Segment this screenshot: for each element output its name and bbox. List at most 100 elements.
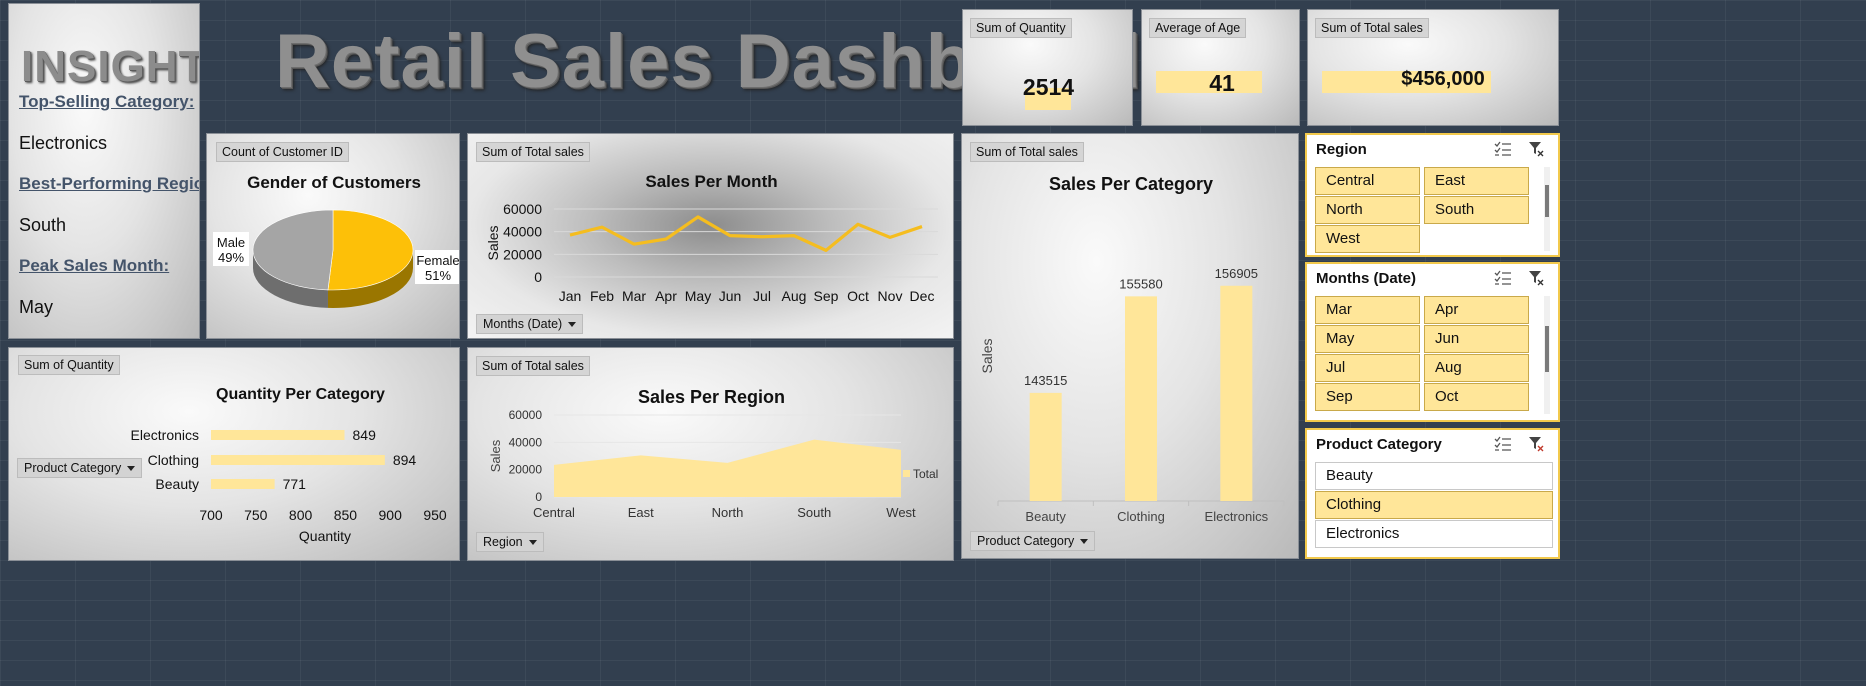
month-ylabel: Sales [485,225,501,260]
month-xtick-label: Aug [782,288,807,304]
top-category-label: Top-Selling Category: [19,92,195,111]
region-slicer: Region Central East North South West [1305,133,1560,257]
quantity-data-label: 849 [353,427,377,443]
region-area-svg: 0 20000 40000 60000 Sales Central East North Sou… [488,408,938,520]
region-filter-label: Region [483,535,523,549]
category-data-label: 156905 [1215,266,1258,281]
quantity-xtick-label: 900 [379,507,403,523]
category-ylabel: Sales [979,338,995,373]
category-slicer-icons [1494,436,1544,452]
quantity-xtick-label: 850 [334,507,358,523]
region-ytick-label: 20000 [509,463,543,477]
month-xtick-label: Jul [753,288,771,304]
months-filter-dropdown[interactable]: Months (Date) [476,314,584,334]
category-filter-dropdown[interactable]: Product Category [970,531,1096,551]
region-slicer-item-central[interactable]: Central [1315,167,1420,195]
clear-filter-icon[interactable] [1528,436,1544,452]
months-slicer-item-may[interactable]: May [1315,325,1420,353]
category-data-label: 155580 [1119,276,1162,291]
best-region-value: South [19,215,67,235]
months-slicer-item-aug[interactable]: Aug [1424,354,1529,382]
pie-pct-male: 49% [218,250,244,265]
category-slicer-item-clothing[interactable]: Clothing [1315,491,1553,519]
months-slicer-item-sep[interactable]: Sep [1315,383,1420,411]
insight-panel: INSIGHT Top-Selling Category: Electronic… [8,3,200,339]
quantity-data-label: 771 [283,476,307,492]
region-xtick-label: Central [533,505,575,520]
months-slicer: Months (Date) Mar Apr May Jun Jul Aug Se… [1305,262,1560,422]
multi-select-icon[interactable] [1494,141,1512,157]
region-ytick-label: 40000 [509,435,543,449]
region-slicer-scroll-thumb[interactable] [1545,185,1549,217]
category-slicer-title: Product Category [1316,436,1442,453]
month-xtick-label: Jan [559,288,582,304]
category-slicer-item-beauty[interactable]: Beauty [1315,462,1553,490]
clear-filter-icon[interactable] [1528,270,1544,286]
multi-select-icon[interactable] [1494,270,1512,286]
month-ytick-label: 0 [534,269,542,285]
quantity-xtick-label: 800 [289,507,313,523]
months-slicer-item-mar[interactable]: Mar [1315,296,1420,324]
kpi-age-value: 41 [1209,70,1235,96]
months-slicer-item-jun[interactable]: Jun [1424,325,1529,353]
category-slicer: Product Category Beauty Clothing Electro… [1305,428,1560,559]
month-xtick-label: Sep [814,288,839,304]
region-filter-dropdown[interactable]: Region [476,532,544,552]
month-xtick-label: Oct [847,288,869,304]
category-chart-panel: Sum of Total sales Sales Per Category Sa… [961,133,1299,559]
category-slicer-item-electronics[interactable]: Electronics [1315,520,1553,548]
chevron-down-icon [568,322,577,328]
months-filter-label: Months (Date) [483,317,563,331]
quantity-chart-panel: Sum of Quantity Quantity Per Category Pr… [8,347,460,561]
region-slicer-title: Region [1316,141,1367,158]
region-slicer-item-west[interactable]: West [1315,225,1420,253]
quantity-xlabel: Quantity [299,528,351,544]
region-xtick-label: West [886,505,916,520]
region-ylabel: Sales [488,439,503,472]
kpi-quantity-value: 2514 [1022,74,1075,100]
quantity-category-label: Electronics [131,427,199,443]
quantity-bar-electronics [211,430,345,440]
kpi-quantity-label: Sum of Quantity [970,18,1072,38]
month-sales-line [569,215,923,252]
region-legend-swatch [903,470,910,477]
clear-filter-icon[interactable] [1528,141,1544,157]
chevron-down-icon [1080,539,1089,545]
category-bar-clothing [1125,296,1157,501]
gender-pie-svg: Female51% Male49% [213,209,459,308]
month-xtick-label: Mar [622,288,646,304]
region-slicer-icons [1494,141,1544,157]
month-xtick-label: Jun [719,288,742,304]
month-ytick-label: 60000 [503,201,542,217]
category-bar-electronics [1220,285,1253,501]
region-xtick-label: South [797,505,831,520]
kpi-age-card: Average of Age 41 [1141,9,1300,126]
quantity-data-label: 894 [393,452,417,468]
months-slicer-scroll-thumb[interactable] [1545,326,1549,372]
months-slicer-item-oct[interactable]: Oct [1424,383,1529,411]
month-xtick-label: Nov [878,288,903,304]
kpi-sales-value: $456,000 [1401,68,1485,90]
month-xtick-label: May [685,288,711,304]
pie-label-male: Male [217,235,245,250]
quantity-xtick-label: 950 [423,507,447,523]
months-slicer-icons [1494,270,1544,286]
region-slicer-item-north[interactable]: North [1315,196,1420,224]
quantity-bar-clothing [211,455,385,465]
months-slicer-item-jul[interactable]: Jul [1315,354,1420,382]
quantity-xtick-label: 700 [199,507,223,523]
region-slicer-item-east[interactable]: East [1424,167,1529,195]
month-ytick-label: 20000 [503,246,542,262]
category-xtick-label: Clothing [1117,509,1165,524]
region-legend-label: Total [913,467,938,481]
region-slicer-item-south[interactable]: South [1424,196,1529,224]
best-region-label: Best-Performing Region: [19,174,199,193]
multi-select-icon[interactable] [1494,436,1512,452]
category-xtick-label: Electronics [1205,509,1269,524]
quantity-bar-beauty [211,479,275,489]
top-category-value: Electronics [19,133,108,153]
month-ytick-label: 40000 [503,224,542,240]
month-xtick-label: Dec [910,288,935,304]
months-slicer-item-apr[interactable]: Apr [1424,296,1529,324]
region-ytick-label: 0 [535,490,542,504]
